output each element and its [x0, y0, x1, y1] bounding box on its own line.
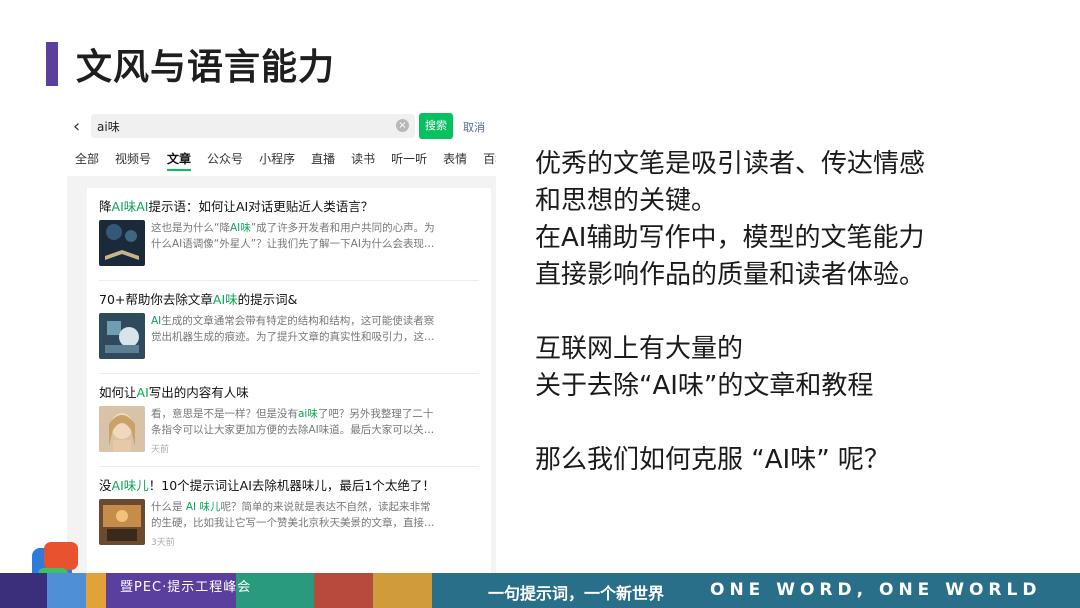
result-date: 天前 [151, 445, 170, 455]
footer-tagline: ONE WORD, ONE WORLD [710, 580, 1042, 600]
footer-slogan: 一句提示词，一个新世界 [488, 584, 665, 603]
search-button[interactable]: 搜索 [419, 113, 453, 139]
paragraph-1: 优秀的文笔是吸引读者、传达情感 和思想的关键。 在AI辅助写作中，模型的文笔能力… [535, 149, 926, 290]
paragraph-3: 那么我们如何克服 “AI味” 呢？ [535, 445, 890, 475]
body-text: 优秀的文笔是吸引读者、传达情感 和思想的关键。 在AI辅助写作中，模型的文笔能力… [535, 146, 1055, 516]
tab-live[interactable]: 直播 [311, 150, 335, 167]
list-item[interactable]: 如何让AI写出的内容有人味 看，意思是不是一样？但是没有ai味了吧？另外我整理了… [87, 374, 491, 467]
search-query: ai味 [97, 120, 120, 134]
paragraph-2: 互联网上有大量的 关于去除“AI味”的文章和教程 [535, 334, 874, 401]
result-title: 70+帮助你去除文章AI味的提示词& [99, 292, 298, 307]
tab-listen[interactable]: 听一听 [391, 150, 427, 167]
tab-video[interactable]: 视频号 [115, 150, 151, 167]
result-title: 降AI味AI提示语：如何让AI对话更贴近人类语言？ [99, 199, 374, 214]
result-snippet: 看，意思是不是一样？但是没有ai味了吧？另外我整理了二十 条指令可以让大家更加方… [151, 408, 435, 436]
list-item[interactable]: 没AI味儿！10个提示词让AI去除机器味儿，最后1个太绝了！ 什么是 AI 味儿… [87, 467, 491, 560]
tab-miniprogram[interactable]: 小程序 [259, 150, 295, 167]
result-title: 如何让AI写出的内容有人味 [99, 385, 249, 400]
thumbnail-image [99, 313, 145, 359]
search-header: ‹ ai味 × 搜索 取消 全部 视频号 文章 公众号 小程序 直播 读书 听一… [67, 108, 496, 176]
tab-accounts[interactable]: 公众号 [207, 150, 243, 167]
active-tab-indicator [167, 169, 191, 171]
tab-stickers[interactable]: 表情 [443, 150, 467, 167]
list-item[interactable]: 70+帮助你去除文章AI味的提示词& AI生成的文章通常会带有特定的结构和结构，… [87, 281, 491, 374]
cancel-link[interactable]: 取消 [463, 119, 485, 135]
results-list: 降AI味AI提示语：如何让AI对话更贴近人类语言？ 这也是为什么“降AI味”成了… [87, 188, 491, 576]
list-item[interactable]: 降AI味AI提示语：如何让AI对话更贴近人类语言？ 这也是为什么“降AI味”成了… [87, 188, 491, 281]
tab-books[interactable]: 读书 [351, 150, 375, 167]
page-title: 文风与语言能力 [76, 47, 336, 88]
result-snippet: 什么是 AI 味儿呢？简单的来说就是表达不自然，读起来非常 的生硬，比如我让它写… [151, 501, 435, 529]
result-date: 3天前 [151, 538, 175, 548]
back-arrow-icon[interactable]: ‹ [73, 116, 80, 137]
tab-wiki[interactable]: 百科 [483, 150, 496, 167]
result-snippet: 这也是为什么“降AI味”成了许多开发者和用户共同的心声。为 什么AI语调像“外星… [151, 222, 435, 250]
clear-icon[interactable]: × [396, 119, 409, 132]
footer-event-name: 暨PEC·提示工程峰会 [120, 580, 252, 595]
tab-articles[interactable]: 文章 [167, 150, 191, 167]
tab-all[interactable]: 全部 [75, 150, 99, 167]
thumbnail-image [99, 220, 145, 266]
search-screenshot: ‹ ai味 × 搜索 取消 全部 视频号 文章 公众号 小程序 直播 读书 听一… [67, 108, 496, 576]
thumbnail-image [99, 499, 145, 545]
thumbnail-image [99, 406, 145, 452]
tab-bar: 全部 视频号 文章 公众号 小程序 直播 读书 听一听 表情 百科 [75, 150, 496, 167]
result-title: 没AI味儿！10个提示词让AI去除机器味儿，最后1个太绝了！ [99, 478, 435, 493]
search-input[interactable]: ai味 × [91, 114, 415, 138]
title-accent-bar [46, 42, 58, 86]
result-snippet: AI生成的文章通常会带有特定的结构和结构，这可能使读者察 觉出机器生成的痕迹。为… [151, 315, 435, 343]
